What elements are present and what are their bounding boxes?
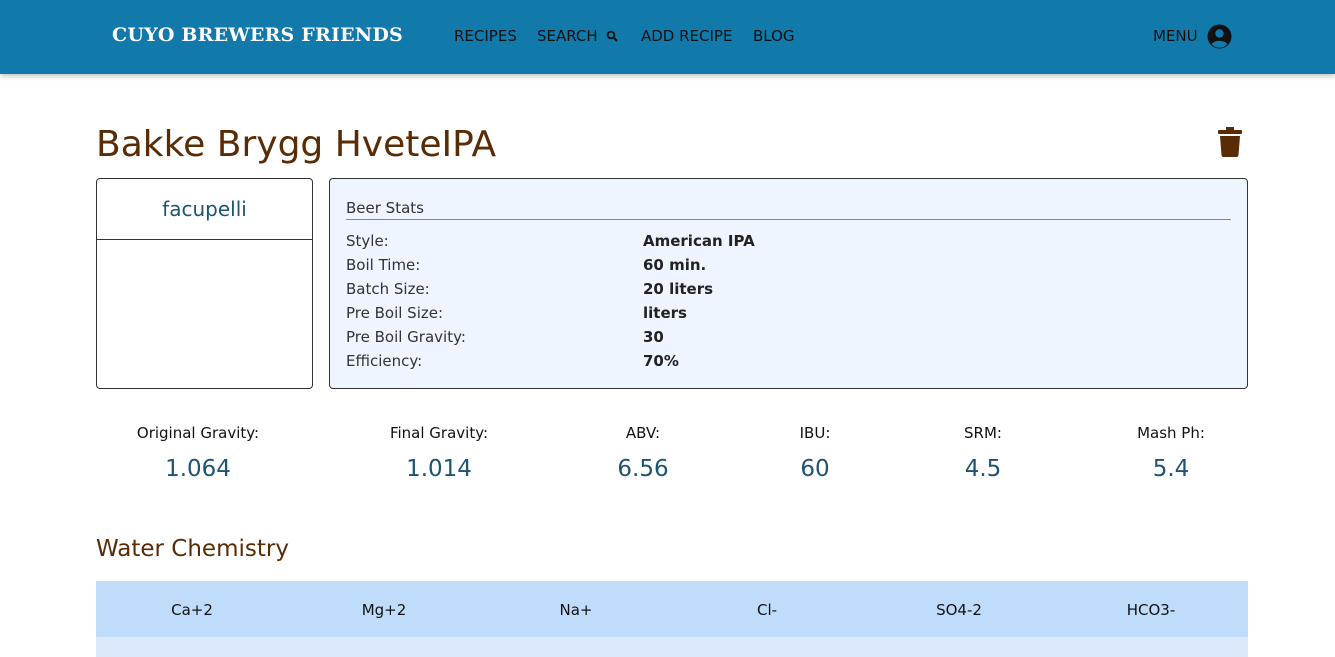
nav-blog-link[interactable]: BLOG	[753, 27, 795, 45]
metric-original-gravity: Original Gravity: 1.064	[98, 424, 298, 482]
metric-srm: SRM: 4.5	[883, 424, 1083, 482]
stat-label-efficiency: Efficiency:	[346, 352, 423, 370]
nav-add-recipe-link[interactable]: ADD RECIPE	[641, 27, 732, 45]
water-col-na: Na+	[559, 601, 593, 619]
water-col-hco3: HCO3-	[1126, 601, 1176, 619]
metric-label: Original Gravity:	[136, 424, 260, 442]
nav-search-link[interactable]: SEARCH	[537, 27, 619, 45]
stat-value-batch-size: 20 liters	[643, 280, 714, 298]
recipe-title: Bakke Brygg HveteIPA	[96, 124, 497, 165]
author-card: facupelli	[96, 178, 313, 389]
stat-label-boil-time: Boil Time:	[346, 256, 421, 274]
water-table-row	[96, 637, 1248, 657]
menu-button[interactable]: MENU	[1153, 27, 1198, 45]
nav-recipes-link[interactable]: RECIPES	[454, 27, 517, 45]
metric-abv: ABV: 6.56	[543, 424, 743, 482]
trash-icon[interactable]	[1218, 127, 1242, 157]
metric-value: 1.014	[406, 456, 472, 482]
nav-search-label: SEARCH	[537, 27, 598, 45]
water-col-mg: Mg+2	[361, 601, 407, 619]
brand-logo[interactable]: CUYO BREWERS FRIENDS	[112, 24, 403, 46]
beer-stats-heading: Beer Stats	[346, 199, 424, 217]
stat-value-pre-boil-gravity: 30	[643, 328, 664, 346]
user-circle-icon[interactable]	[1207, 24, 1232, 49]
stat-label-style: Style:	[346, 232, 389, 250]
stat-value-boil-time: 60 min.	[643, 256, 707, 274]
stat-value-efficiency: 70%	[643, 352, 679, 370]
author-name-label: facupelli	[162, 197, 247, 221]
water-col-ca: Ca+2	[171, 601, 213, 619]
water-col-cl: Cl-	[756, 601, 778, 619]
metric-value: 4.5	[964, 456, 1002, 482]
search-icon	[607, 30, 619, 42]
stat-label-pre-boil-size: Pre Boil Size:	[346, 304, 444, 322]
beer-stats-card: Beer Stats Style: American IPA Boil Time…	[329, 178, 1248, 389]
metric-label: SRM:	[964, 424, 1002, 442]
beer-stats-divider	[346, 219, 1231, 220]
water-col-so4: SO4-2	[936, 601, 982, 619]
metric-final-gravity: Final Gravity: 1.014	[339, 424, 539, 482]
top-navbar: CUYO BREWERS FRIENDS RECIPES SEARCH ADD …	[0, 0, 1335, 74]
stat-value-style: American IPA	[643, 232, 755, 250]
water-table-header: Ca+2 Mg+2 Na+ Cl- SO4-2 HCO3-	[96, 581, 1248, 637]
metric-value: 1.064	[165, 456, 231, 482]
stat-label-batch-size: Batch Size:	[346, 280, 430, 298]
water-chemistry-heading: Water Chemistry	[96, 536, 289, 562]
stat-label-pre-boil-gravity: Pre Boil Gravity:	[346, 328, 466, 346]
metric-value: 5.4	[1152, 456, 1190, 482]
metric-label: Final Gravity:	[389, 424, 489, 442]
metric-label: ABV:	[625, 424, 661, 442]
metric-label: Mash Ph:	[1137, 424, 1205, 442]
author-name[interactable]: facupelli	[97, 179, 312, 240]
stat-value-pre-boil-size: liters	[643, 304, 687, 322]
metric-value: 6.56	[617, 456, 669, 482]
metric-mash-ph: Mash Ph: 5.4	[1071, 424, 1271, 482]
